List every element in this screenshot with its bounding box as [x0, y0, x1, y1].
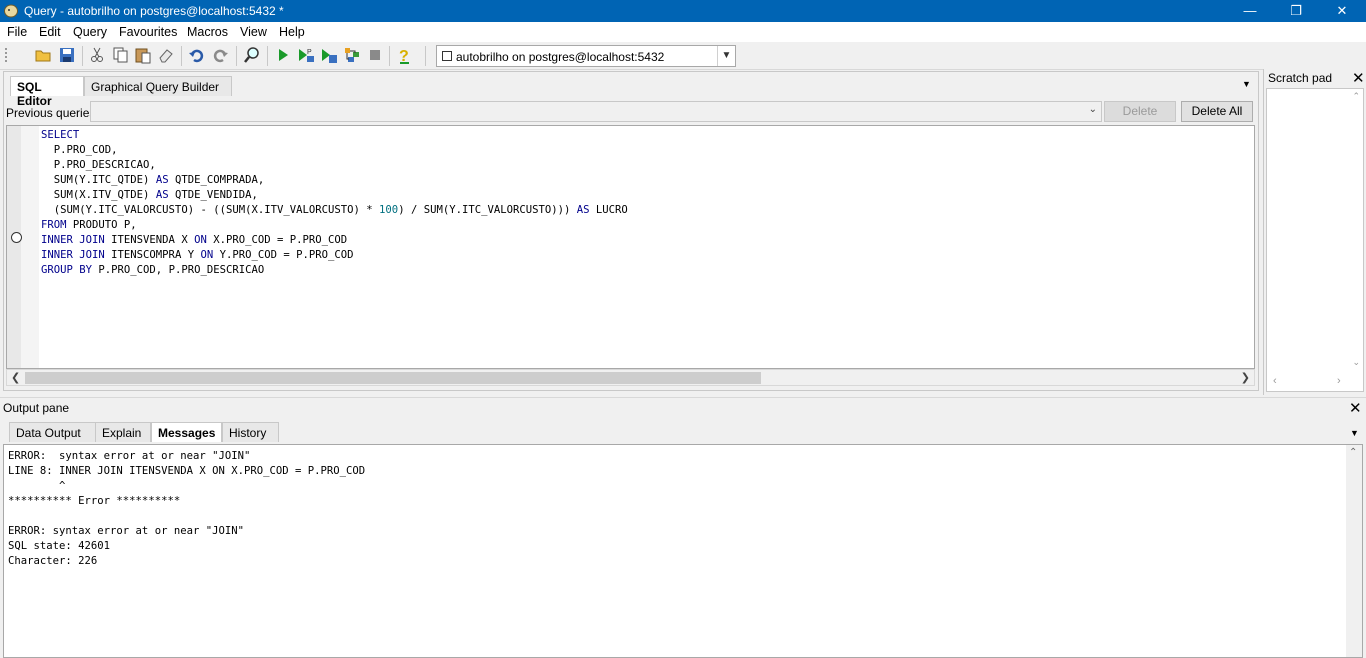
- previous-queries-select[interactable]: ⌄: [90, 101, 1102, 122]
- execute-pgscript-icon[interactable]: P: [297, 46, 315, 64]
- scroll-left-icon[interactable]: ❮: [11, 371, 20, 384]
- tab-list-arrow-icon[interactable]: ▼: [1242, 79, 1251, 89]
- scroll-right-icon[interactable]: ❯: [1241, 371, 1250, 384]
- sql-editor-panel: SQL Editor Graphical Query Builder ▼ Pre…: [3, 71, 1259, 391]
- scroll-up-icon[interactable]: ⌃: [1349, 447, 1357, 458]
- menu-macros[interactable]: Macros: [187, 25, 228, 39]
- scroll-up-icon[interactable]: ⌃: [1352, 91, 1360, 102]
- output-pane-header: Output pane ✕: [0, 397, 1366, 417]
- tab-explain[interactable]: Explain: [95, 422, 151, 442]
- title-bar: Query - autobrilho on postgres@localhost…: [0, 0, 1366, 22]
- close-scratch-pad-icon[interactable]: ✕: [1352, 69, 1365, 87]
- help-icon[interactable]: ?: [396, 46, 414, 64]
- connection-checkbox[interactable]: [442, 51, 452, 61]
- messages-vertical-scrollbar[interactable]: ⌃: [1346, 445, 1362, 657]
- output-pane-label: Output pane: [3, 401, 70, 415]
- menu-edit[interactable]: Edit: [39, 25, 61, 39]
- sql-code: SELECT P.PRO_COD, P.PRO_DESCRICAO, SUM(Y…: [41, 129, 628, 276]
- scroll-left-icon[interactable]: ‹: [1273, 375, 1277, 387]
- tab-messages[interactable]: Messages: [151, 422, 222, 442]
- find-icon[interactable]: [243, 46, 261, 64]
- close-window-button[interactable]: ✕: [1319, 0, 1365, 22]
- toolbar-separator: [236, 46, 237, 66]
- chevron-down-icon: ⌄: [1088, 104, 1097, 115]
- delete-button[interactable]: Delete: [1104, 101, 1176, 122]
- scratch-pad-label: Scratch pad: [1268, 71, 1333, 85]
- connection-select[interactable]: autobrilho on postgres@localhost:5432 ▼: [436, 45, 736, 67]
- toolbar-separator: [389, 46, 390, 66]
- toolbar-grip-icon: [5, 48, 7, 62]
- svg-text:P: P: [307, 49, 312, 56]
- error-marker-icon: [11, 232, 22, 243]
- menu-view[interactable]: View: [240, 25, 267, 39]
- menu-help[interactable]: Help: [279, 25, 305, 39]
- scroll-right-icon[interactable]: ›: [1337, 375, 1341, 387]
- scrollbar-thumb[interactable]: [25, 372, 761, 384]
- messages-content: ERROR: syntax error at or near "JOIN" LI…: [8, 450, 366, 567]
- tab-graphical-query-builder[interactable]: Graphical Query Builder: [84, 76, 232, 96]
- close-output-pane-icon[interactable]: ✕: [1349, 399, 1362, 417]
- tab-list-arrow-icon[interactable]: ▼: [1350, 428, 1359, 438]
- minimize-button[interactable]: —: [1227, 0, 1273, 22]
- messages-text-area[interactable]: ERROR: syntax error at or near "JOIN" LI…: [3, 444, 1363, 658]
- scroll-down-icon[interactable]: ⌄: [1352, 357, 1360, 368]
- cancel-query-icon[interactable]: [366, 46, 384, 64]
- tab-history[interactable]: History: [222, 422, 279, 442]
- chevron-down-icon[interactable]: ▼: [717, 46, 735, 66]
- redo-icon[interactable]: [211, 46, 229, 64]
- window-title: Query - autobrilho on postgres@localhost…: [24, 4, 284, 18]
- scratch-pad-panel: Scratch pad ✕ ⌃ ⌄ ‹ ›: [1263, 69, 1366, 395]
- undo-icon[interactable]: [188, 46, 206, 64]
- explain-query-icon[interactable]: [343, 46, 361, 64]
- svg-text:?: ?: [399, 48, 409, 64]
- toolbar-separator: [425, 46, 426, 66]
- copy-icon[interactable]: [111, 46, 129, 64]
- connection-value: autobrilho on postgres@localhost:5432: [456, 50, 665, 64]
- tab-data-output[interactable]: Data Output: [9, 422, 96, 442]
- scratch-pad-text-area[interactable]: ⌃ ⌄ ‹ ›: [1266, 88, 1364, 392]
- eraser-icon[interactable]: [157, 46, 175, 64]
- editor-horizontal-scrollbar[interactable]: ❮ ❯: [6, 369, 1255, 386]
- execute-query-icon[interactable]: [274, 46, 292, 64]
- menu-favourites[interactable]: Favourites: [119, 25, 177, 39]
- toolbar-separator: [181, 46, 182, 66]
- previous-queries-label: Previous queries: [6, 106, 96, 120]
- menu-file[interactable]: File: [7, 25, 27, 39]
- sql-text-area[interactable]: SELECT P.PRO_COD, P.PRO_DESCRICAO, SUM(Y…: [6, 125, 1255, 369]
- toolbar-separator: [82, 46, 83, 66]
- execute-to-file-icon[interactable]: [320, 46, 338, 64]
- tab-sql-editor[interactable]: SQL Editor: [10, 76, 84, 108]
- editor-margin: [7, 126, 21, 368]
- cut-icon[interactable]: [88, 46, 106, 64]
- paste-icon[interactable]: [134, 46, 152, 64]
- pgadmin-elephant-icon: [4, 4, 18, 18]
- output-tabs: Data Output Explain Messages History ▼: [0, 418, 1366, 444]
- restore-button[interactable]: ❐: [1273, 0, 1319, 22]
- toolbar: P ? autobrilho on postgres@localhost:543…: [0, 42, 1366, 70]
- open-folder-icon[interactable]: [34, 46, 52, 64]
- menu-query[interactable]: Query: [73, 25, 107, 39]
- editor-line-margin: [21, 126, 39, 368]
- menu-bar: File Edit Query Favourites Macros View H…: [0, 22, 1366, 42]
- delete-all-button[interactable]: Delete All: [1181, 101, 1253, 122]
- save-icon[interactable]: [58, 46, 76, 64]
- toolbar-separator: [267, 46, 268, 66]
